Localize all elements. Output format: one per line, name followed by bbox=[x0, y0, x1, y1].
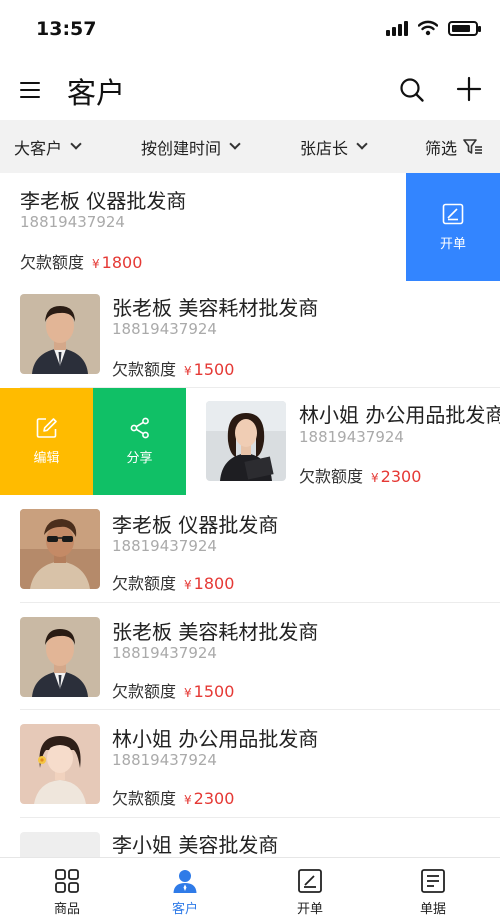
list-item[interactable]: 张老板 美容耗材批发商 18819437924 欠款额度 ¥1500 bbox=[0, 603, 500, 710]
search-icon[interactable] bbox=[399, 77, 425, 103]
debt-amount: 1800 bbox=[193, 574, 235, 593]
list-item[interactable]: 李老板 仪器批发商 18819437924 欠款额度 ¥1800 bbox=[0, 495, 500, 603]
customer-phone: 18819437924 bbox=[112, 751, 217, 769]
avatar bbox=[20, 294, 100, 374]
debt-info: 欠款额度 ¥1500 bbox=[112, 678, 234, 702]
status-bar: 13:57 bbox=[0, 0, 500, 60]
customer-phone: 18819437924 bbox=[112, 537, 217, 555]
menu-icon[interactable] bbox=[20, 80, 42, 100]
tab-documents[interactable]: 单据 bbox=[393, 868, 473, 917]
filter-label: 按创建时间 bbox=[141, 138, 222, 158]
debt-label: 欠款额度 bbox=[112, 360, 177, 379]
list-item[interactable]: 编辑 分享 林小姐 办公用品批发商 18819437924 欠款额度 ¥2300 bbox=[0, 388, 500, 495]
debt-info: 欠款额度 ¥1800 bbox=[112, 570, 234, 594]
filter-label: 筛选 bbox=[425, 138, 458, 158]
customer-name: 张老板 美容耗材批发商 bbox=[112, 620, 319, 644]
debt-info: 欠款额度 ¥2300 bbox=[112, 785, 234, 809]
customer-name: 林小姐 办公用品批发商 bbox=[112, 727, 319, 751]
filter-bar: 大客户 按创建时间 张店长 筛选 bbox=[0, 120, 500, 173]
avatar bbox=[206, 401, 286, 481]
edit-box-icon bbox=[298, 869, 322, 893]
action-label: 开单 bbox=[439, 236, 466, 252]
share-icon bbox=[130, 417, 149, 439]
customer-phone: 18819437924 bbox=[112, 320, 217, 338]
filter-label: 大客户 bbox=[14, 138, 63, 158]
list-item[interactable]: 李老板 仪器批发商 18819437924 欠款额度 ¥1800 开单 bbox=[0, 173, 500, 281]
tab-label: 单据 bbox=[419, 902, 446, 917]
list-item[interactable]: 林小姐 办公用品批发商 18819437924 欠款额度 ¥2300 bbox=[0, 710, 500, 818]
debt-amount: 2300 bbox=[380, 467, 422, 486]
customer-phone: 18819437924 bbox=[299, 428, 404, 446]
currency-symbol: ¥ bbox=[371, 471, 379, 485]
debt-amount: 1800 bbox=[101, 253, 143, 272]
avatar bbox=[20, 509, 100, 589]
customer-name: 张老板 美容耗材批发商 bbox=[112, 296, 319, 320]
tab-bar: 商品 客户 开单 单据 bbox=[0, 857, 500, 923]
debt-label: 欠款额度 bbox=[299, 467, 364, 486]
create-order-button[interactable]: 开单 bbox=[406, 173, 500, 281]
customer-phone: 18819437924 bbox=[112, 644, 217, 662]
page-title: 客户 bbox=[67, 76, 126, 110]
status-icons bbox=[386, 20, 481, 36]
currency-symbol: ¥ bbox=[92, 257, 100, 271]
debt-amount: 2300 bbox=[193, 789, 235, 808]
avatar bbox=[20, 724, 100, 804]
person-icon bbox=[173, 870, 197, 893]
nav-bar: 客户 bbox=[0, 60, 500, 120]
chevron-down-icon bbox=[356, 138, 368, 150]
tab-goods[interactable]: 商品 bbox=[27, 868, 107, 917]
tab-customers[interactable]: 客户 bbox=[145, 868, 225, 917]
customer-phone: 18819437924 bbox=[20, 213, 125, 231]
avatar bbox=[20, 617, 100, 697]
signal-icon bbox=[386, 20, 408, 36]
debt-info: 欠款额度 ¥1500 bbox=[112, 356, 234, 380]
customer-name: 李小姐 美容批发商 bbox=[112, 833, 279, 857]
debt-amount: 1500 bbox=[193, 682, 235, 701]
list-item[interactable]: 李小姐 美容批发商 bbox=[0, 818, 500, 857]
grid-icon bbox=[55, 869, 79, 893]
edit-box-icon bbox=[442, 203, 464, 224]
customer-name: 李老板 仪器批发商 bbox=[20, 189, 187, 213]
filter-button[interactable]: 筛选 bbox=[425, 120, 483, 173]
edit-button[interactable]: 编辑 bbox=[0, 388, 93, 495]
add-icon[interactable] bbox=[456, 76, 482, 102]
debt-label: 欠款额度 bbox=[112, 682, 177, 701]
debt-label: 欠款额度 bbox=[112, 574, 177, 593]
filter-label: 张店长 bbox=[300, 138, 349, 158]
currency-symbol: ¥ bbox=[184, 686, 192, 700]
status-time: 13:57 bbox=[36, 18, 97, 40]
debt-amount: 1500 bbox=[193, 360, 235, 379]
currency-symbol: ¥ bbox=[184, 578, 192, 592]
filter-customer-type[interactable]: 大客户 bbox=[14, 120, 82, 173]
debt-label: 欠款额度 bbox=[112, 789, 177, 808]
funnel-icon bbox=[463, 138, 483, 154]
action-label: 编辑 bbox=[33, 451, 60, 466]
tab-label: 商品 bbox=[53, 902, 80, 917]
chevron-down-icon bbox=[229, 138, 241, 150]
tab-create-order[interactable]: 开单 bbox=[270, 868, 350, 917]
document-icon bbox=[421, 869, 445, 893]
debt-info: 欠款额度 ¥2300 bbox=[299, 463, 421, 487]
list-item[interactable]: 张老板 美容耗材批发商 18819437924 欠款额度 ¥1500 bbox=[0, 281, 500, 388]
pencil-icon bbox=[36, 418, 57, 438]
currency-symbol: ¥ bbox=[184, 364, 192, 378]
chevron-down-icon bbox=[70, 138, 82, 150]
debt-info: 欠款额度 ¥1800 bbox=[20, 249, 142, 273]
customer-name: 李老板 仪器批发商 bbox=[112, 513, 279, 537]
currency-symbol: ¥ bbox=[184, 793, 192, 807]
debt-label: 欠款额度 bbox=[20, 253, 85, 272]
filter-sort[interactable]: 按创建时间 bbox=[141, 120, 241, 173]
customer-name: 林小姐 办公用品批发商 bbox=[299, 403, 500, 427]
tab-label: 客户 bbox=[171, 902, 198, 917]
battery-icon bbox=[448, 20, 481, 36]
tab-label: 开单 bbox=[296, 902, 323, 917]
share-button[interactable]: 分享 bbox=[93, 388, 186, 495]
wifi-icon bbox=[418, 20, 438, 36]
avatar bbox=[20, 832, 100, 857]
filter-manager[interactable]: 张店长 bbox=[300, 120, 368, 173]
action-label: 分享 bbox=[126, 451, 153, 466]
